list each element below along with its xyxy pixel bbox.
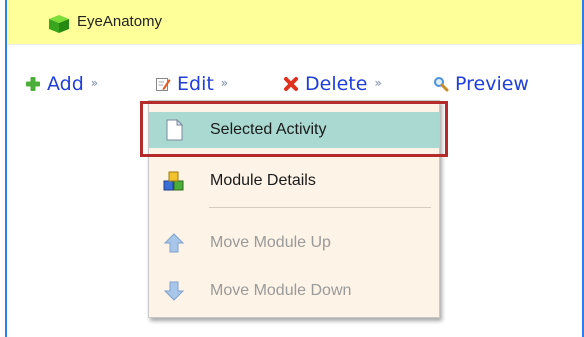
menu-item-move-module-down[interactable]: Move Module Down bbox=[149, 273, 439, 309]
add-label: Add bbox=[47, 73, 84, 95]
add-button[interactable]: Add » bbox=[25, 70, 98, 98]
preview-label: Preview bbox=[455, 73, 529, 95]
menu-item-move-module-up[interactable]: Move Module Up bbox=[149, 225, 439, 261]
menu-item-label: Selected Activity bbox=[210, 121, 327, 138]
preview-button[interactable]: Preview bbox=[433, 70, 529, 98]
page-icon bbox=[166, 119, 184, 141]
arrow-up-icon bbox=[163, 233, 185, 253]
edit-label: Edit bbox=[177, 73, 214, 95]
module-title: EyeAnatomy bbox=[77, 13, 163, 30]
toolbar: Add » Edit » Delete » Preview bbox=[15, 70, 580, 100]
delete-button[interactable]: Delete » bbox=[283, 70, 382, 98]
edit-button[interactable]: Edit » bbox=[155, 70, 228, 98]
menu-item-module-details[interactable]: Module Details bbox=[149, 163, 439, 199]
chevron-down-icon: » bbox=[90, 76, 99, 90]
module-title-bar: EyeAnatomy bbox=[7, 0, 582, 45]
arrow-down-icon bbox=[163, 281, 185, 301]
menu-item-label: Move Module Up bbox=[210, 234, 331, 251]
window-frame-left bbox=[5, 0, 7, 337]
green-cube-icon bbox=[49, 15, 69, 33]
plus-icon bbox=[26, 77, 40, 91]
chevron-down-icon: » bbox=[374, 76, 382, 90]
delete-x-icon bbox=[284, 77, 298, 91]
menu-item-label: Module Details bbox=[210, 172, 316, 189]
menu-item-selected-activity[interactable]: Selected Activity bbox=[149, 112, 439, 148]
edit-pencil-icon bbox=[156, 78, 171, 91]
magnifier-icon bbox=[434, 77, 449, 92]
delete-label: Delete bbox=[305, 73, 368, 95]
edit-dropdown-menu: Selected Activity Module Details Move Mo… bbox=[148, 100, 440, 318]
module-blocks-icon bbox=[163, 171, 184, 191]
menu-separator bbox=[209, 207, 431, 208]
menu-item-label: Move Module Down bbox=[210, 282, 352, 299]
chevron-down-icon: » bbox=[220, 76, 229, 90]
